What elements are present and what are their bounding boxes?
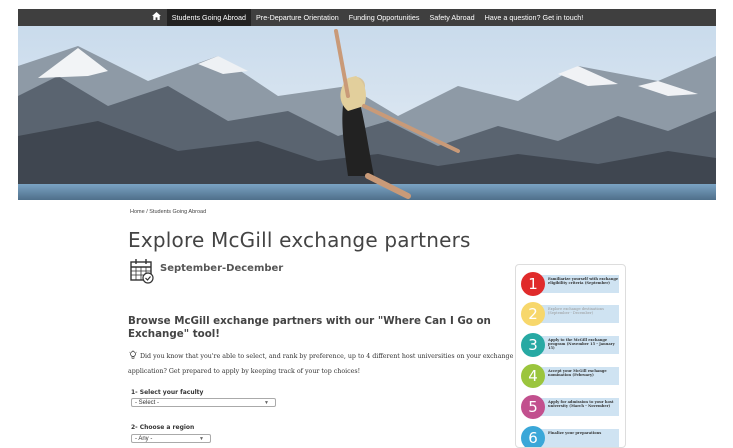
step-6-number: 6 [521,426,545,448]
nav-students-going-abroad[interactable]: Students Going Abroad [167,9,251,26]
step-4-number: 4 [521,364,545,388]
breadcrumb-home[interactable]: Home [130,209,145,215]
step-3-text: Apply to the McGill exchange program (No… [540,336,619,354]
nav-contact[interactable]: Have a question? Get in touch! [480,9,589,26]
step-4-text: Accept your McGill exchange nomination (… [540,367,619,385]
faculty-label: 1- Select your faculty [131,389,203,396]
step-6: 6 Finalize your preparations [521,426,622,448]
nav-funding-opportunities[interactable]: Funding Opportunities [344,9,425,26]
step-5-number: 5 [521,395,545,419]
region-select[interactable]: - Any - ▼ [131,434,211,443]
faculty-select-value: - Select - [135,400,159,406]
step-2: 2 Explore exchange destinations (Septemb… [521,302,622,326]
step-5: 5 Apply for admission to your host unive… [521,395,622,419]
period-text: September-December [160,263,283,274]
nav-safety-abroad[interactable]: Safety Abroad [424,9,479,26]
lightbulb-icon [128,350,138,360]
step-2-text: Explore exchange destinations (September… [540,305,619,323]
chevron-down-icon: ▼ [264,399,269,408]
region-select-value: - Any - [135,436,152,442]
browse-heading: Browse McGill exchange partners with our… [128,315,508,341]
region-label: 2- Choose a region [131,424,194,431]
steps-sidebar: 1 Familiarize yourself with exchange eli… [515,264,626,448]
step-1: 1 Familiarize yourself with exchange eli… [521,272,622,296]
breadcrumb: Home / Students Going Abroad [130,209,206,215]
step-3-number: 3 [521,333,545,357]
step-3: 3 Apply to the McGill exchange program (… [521,333,622,357]
step-2-number: 2 [521,302,545,326]
calendar-check-icon [130,258,154,284]
step-5-text: Apply for admission to your host univers… [540,398,619,416]
nav-pre-departure-orientation[interactable]: Pre-Departure Orientation [251,9,344,26]
step-1-text: Familiarize yourself with exchange eligi… [540,275,619,293]
faculty-select[interactable]: - Select - ▼ [131,398,276,407]
top-navigation: Students Going Abroad Pre-Departure Orie… [18,9,716,26]
hero-image [18,26,716,200]
page-title: Explore McGill exchange partners [128,228,471,252]
breadcrumb-current: Students Going Abroad [149,209,206,215]
step-1-number: 1 [521,272,545,296]
period-row: September-December [130,258,283,284]
tip-paragraph: Did you know that you're able to select,… [128,349,518,379]
tip-text: Did you know that you're able to select,… [128,353,513,375]
step-6-text: Finalize your preparations [540,429,619,447]
home-icon[interactable] [146,9,167,26]
step-4: 4 Accept your McGill exchange nomination… [521,364,622,388]
